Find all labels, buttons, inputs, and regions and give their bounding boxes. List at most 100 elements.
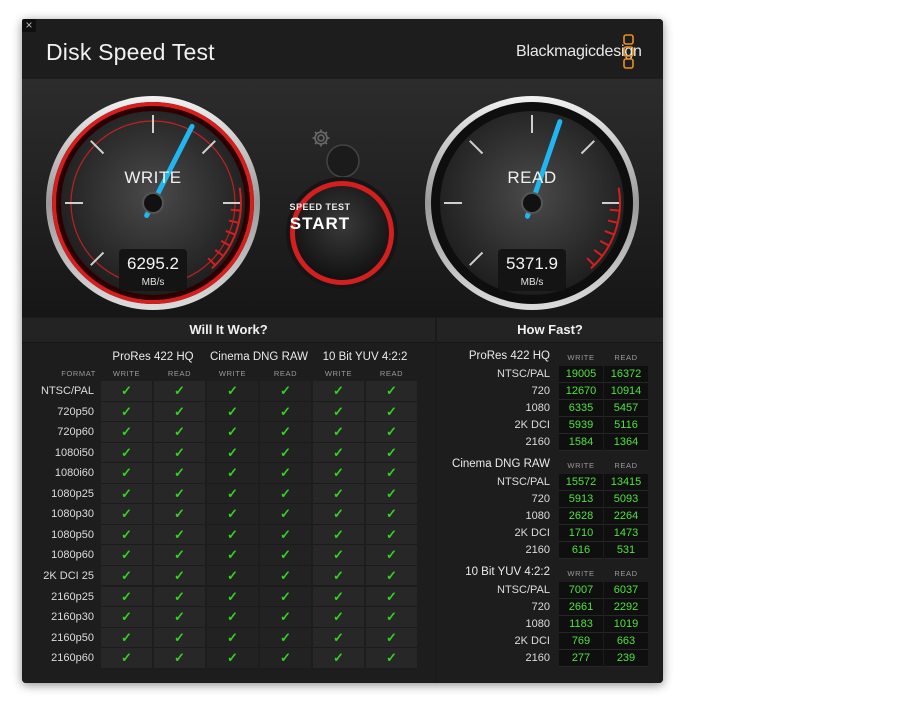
check-icon: ✓ [174,383,185,398]
read-fps-value: 2264 [604,508,648,525]
how-row-label: 1080 [525,402,550,414]
check-icon: ✓ [227,485,238,501]
check-icon: ✓ [280,485,291,501]
write-speed-readout: 6295.2 MB/s [119,249,187,291]
check-icon: ✓ [386,383,397,398]
check-icon: ✓ [280,383,291,398]
check-icon: ✓ [227,424,238,440]
start-button[interactable]: SPEED TEST START [272,166,368,262]
format-row-label: NTSC/PAL [41,385,94,397]
check-icon: ✓ [227,526,238,542]
format-row-label: 720p60 [57,426,94,439]
how-row-label: 720 [531,385,550,397]
read-fps-value: 2292 [604,599,648,616]
check-icon: ✓ [280,588,291,604]
read-fps-value: 16372 [604,366,648,383]
read-fps-value: 531 [604,542,648,559]
read-speed-unit: MB/s [520,277,544,288]
check-icon: ✓ [121,567,132,583]
read-speed-value: 5371.9 [506,254,558,273]
format-row-label: 720p50 [57,405,94,418]
write-speed-unit: MB/s [141,277,165,288]
check-icon: ✓ [386,485,397,501]
check-icon: ✓ [386,465,397,481]
check-icon: ✓ [386,403,397,419]
format-row-label: 2160p30 [51,611,94,624]
check-icon: ✓ [333,444,344,460]
how-row-label: 2K DCI [514,419,550,431]
how-subcol-header: READ [614,353,638,362]
check-icon: ✓ [386,444,397,460]
how-subcol-header: WRITE [567,461,595,470]
check-icon: ✓ [121,383,132,398]
check-icon: ✓ [280,609,291,625]
check-icon: ✓ [121,588,132,604]
check-icon: ✓ [227,567,238,583]
check-icon: ✓ [280,444,291,460]
check-icon: ✓ [280,547,291,563]
write-fps-value: 2661 [559,599,603,616]
check-icon: ✓ [121,650,132,666]
blackmagic-logo-icon [623,34,634,69]
write-fps-value: 1710 [559,525,603,542]
check-icon: ✓ [174,609,185,625]
check-icon: ✓ [386,588,397,604]
check-icon: ✓ [280,526,291,542]
how-group-header: Cinema DNG RAW [452,458,550,470]
how-row-label: 2160 [525,652,550,664]
check-icon: ✓ [121,506,132,522]
settings-button[interactable] [307,124,335,152]
check-icon: ✓ [386,526,397,542]
check-icon: ✓ [174,444,185,460]
write-fps-value: 5939 [559,417,603,434]
check-icon: ✓ [280,424,291,440]
check-icon: ✓ [280,465,291,481]
read-gauge-label: READ [507,168,557,187]
format-row-label: 2160p60 [51,652,94,665]
check-icon: ✓ [227,588,238,604]
window-title: Disk Speed Test [46,39,215,65]
write-fps-value: 6335 [559,400,603,417]
check-icon: ✓ [333,650,344,666]
check-icon: ✓ [174,547,185,563]
how-row-label: NTSC/PAL [497,584,550,596]
format-row-label: 1080p30 [51,508,94,521]
check-icon: ✓ [386,424,397,440]
check-icon: ✓ [280,629,291,645]
write-fps-value: 7007 [559,582,603,599]
read-fps-value: 5093 [604,491,648,508]
format-row-label: 1080i60 [54,467,94,480]
start-button-label: START [289,214,351,233]
will-subcol-header: WRITE [112,369,141,378]
how-row-label: 2160 [525,436,550,448]
check-icon: ✓ [174,506,185,522]
check-icon: ✓ [333,424,344,440]
format-column-header: FORMAT [61,369,96,378]
check-icon: ✓ [174,567,185,583]
check-icon: ✓ [174,403,185,419]
check-icon: ✓ [333,485,344,501]
read-fps-value: 1019 [604,616,648,633]
how-row-label: 2K DCI [514,635,550,647]
check-icon: ✓ [280,403,291,419]
write-speed-value: 6295.2 [127,254,179,273]
close-icon[interactable]: × [22,19,36,32]
write-fps-value: 616 [559,542,603,559]
check-icon: ✓ [121,629,132,645]
check-icon: ✓ [174,465,185,481]
check-icon: ✓ [227,403,238,419]
check-icon: ✓ [333,383,344,398]
disk-speed-test-window: Disk Speed Test Blackmagicdesign WRITE R… [22,19,663,683]
write-fps-value: 15572 [559,474,603,491]
check-icon: ✓ [174,588,185,604]
check-icon: ✓ [280,567,291,583]
format-row-label: 1080p25 [51,487,94,500]
check-icon: ✓ [386,567,397,583]
check-icon: ✓ [280,506,291,522]
format-row-label: 1080p60 [51,549,94,562]
write-fps-value: 5913 [559,491,603,508]
how-row-label: 720 [531,493,550,505]
will-group-header: 10 Bit YUV 4:2:2 [322,351,408,363]
check-icon: ✓ [227,444,238,460]
check-icon: ✓ [386,547,397,563]
